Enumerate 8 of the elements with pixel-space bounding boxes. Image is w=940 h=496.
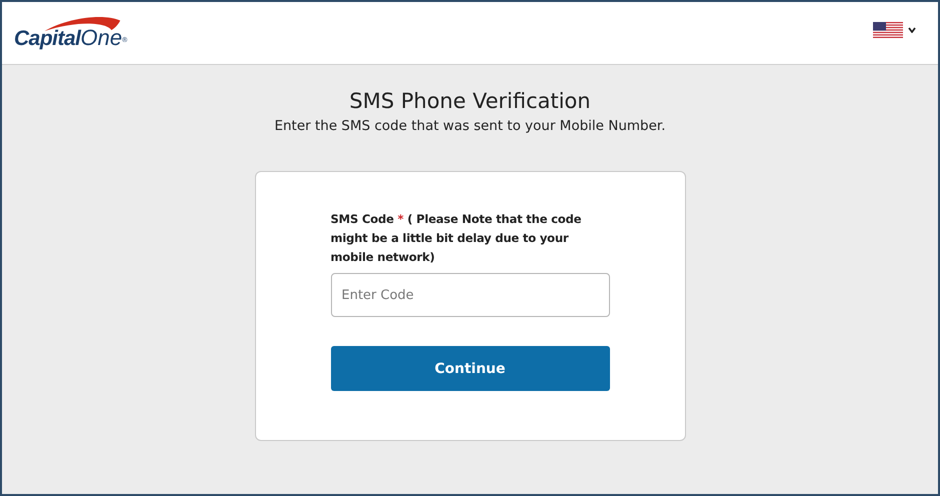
continue-button[interactable]: Continue	[330, 346, 610, 391]
caret-icon	[908, 27, 916, 33]
page-subtitle: Enter the SMS code that was sent to your Mobile Number.	[274, 118, 666, 134]
flag-icon	[873, 22, 903, 38]
code-input-field[interactable]: Enter Code	[330, 273, 610, 317]
page-title: SMS Phone Verification	[349, 89, 591, 113]
field-label: SMS Code * ( Please Note that the code might be a little bit delay due to your mobile network)	[330, 211, 582, 266]
language-selector[interactable]	[873, 22, 916, 38]
